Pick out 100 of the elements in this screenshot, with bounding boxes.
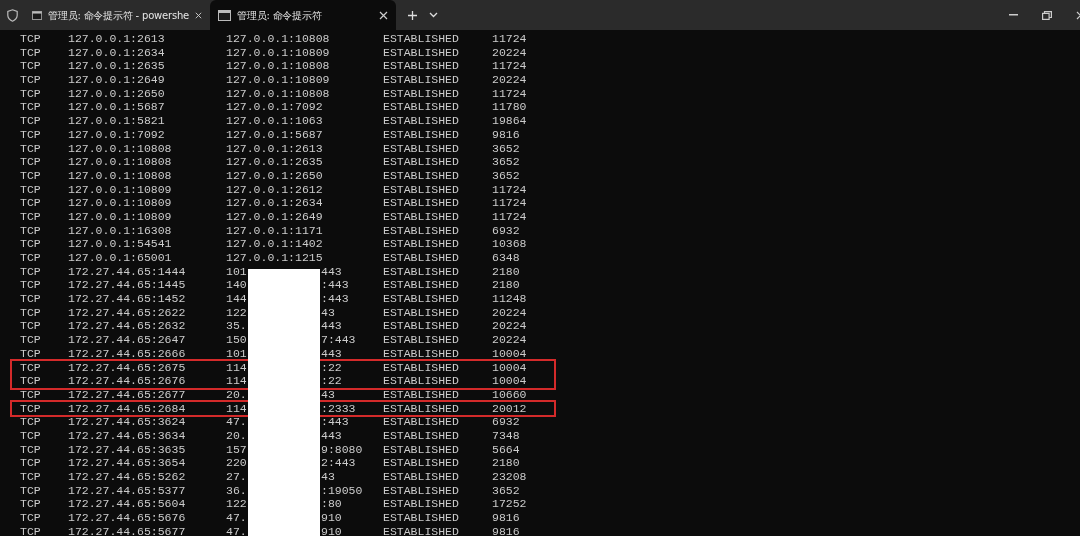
foreign-address-end-text: 443 [321,264,342,279]
local-address-text: 172.27.44.65:2632 [68,319,186,334]
local-address-text: 172.27.44.65:5676 [68,511,186,525]
pid-text: 11724 [492,182,527,197]
local-address-text: 127.0.0.1:10809 [68,182,172,197]
local-address-text: 172.27.44.65:3635 [68,442,186,457]
local-address-text: 127.0.0.1:5821 [68,114,165,128]
state-text: ESTABLISHED [383,360,459,375]
foreign-address-end-text: :19050 [321,483,363,498]
pid-text: 6348 [492,251,520,265]
foreign-address-text: 127.0.0.1:2612 [226,182,323,197]
local-address-text: 172.27.44.65:3624 [68,415,186,429]
foreign-address-start-text: 35. [226,319,248,334]
state-text: ESTABLISHED [383,292,459,306]
pid-text: 3652 [492,141,520,156]
shield-icon[interactable] [6,8,18,22]
foreign-address-text: 127.0.0.1:7092 [226,100,323,115]
local-address-text: 172.27.44.65:2675 [68,360,186,375]
protocol-text: TCP [20,73,41,87]
pid-text: 20224 [492,73,527,87]
local-address-text: 127.0.0.1:2635 [68,59,165,74]
foreign-address-start-text: 47. [226,524,248,536]
state-text: ESTABLISHED [383,497,459,512]
local-address-text: 172.27.44.65:2677 [68,387,186,402]
close-icon[interactable] [379,10,388,20]
pid-text: 2180 [492,456,520,470]
protocol-text: TCP [20,360,41,375]
state-text: ESTABLISHED [383,401,459,416]
state-text: ESTABLISHED [383,456,459,470]
protocol-text: TCP [20,442,41,457]
state-text: ESTABLISHED [383,346,459,361]
local-address-text: 127.0.0.1:2650 [68,86,165,101]
state-text: ESTABLISHED [383,319,459,334]
foreign-address-text: 127.0.0.1:10808 [226,86,330,101]
protocol-text: TCP [20,428,41,443]
local-address-text: 127.0.0.1:54541 [68,237,172,251]
protocol-text: TCP [20,346,41,361]
pid-text: 23208 [492,470,527,484]
local-address-text: 127.0.0.1:16308 [68,223,172,238]
local-address-text: 127.0.0.1:5687 [68,100,165,115]
state-text: ESTABLISHED [383,114,459,128]
chevron-down-icon[interactable] [429,12,438,18]
local-address-text: 172.27.44.65:1445 [68,278,186,293]
protocol-text: TCP [20,456,41,470]
local-address-text: 172.27.44.65:5262 [68,470,186,484]
pid-text: 2180 [492,278,520,293]
protocol-text: TCP [20,168,41,183]
protocol-text: TCP [20,333,41,347]
state-text: ESTABLISHED [383,127,459,142]
local-address-text: 172.27.44.65:1452 [68,292,186,306]
state-text: ESTABLISHED [383,209,459,224]
tab[interactable]: 管理员: 命令提示符 [210,0,396,30]
foreign-address-start-text: 122 [226,497,248,512]
foreign-address-start-text: 140 [226,278,248,293]
local-address-text: 127.0.0.1:10809 [68,196,172,210]
local-address-text: 127.0.0.1:2649 [68,73,165,87]
pid-text: 11724 [492,32,527,46]
foreign-address-start-text: 20. [226,428,248,443]
tab-title: 管理员: 命令提示符 - powershe [48,8,189,23]
pid-text: 20224 [492,45,527,60]
protocol-text: TCP [20,182,41,197]
close-icon[interactable] [195,10,202,20]
local-address-text: 172.27.44.65:1444 [68,264,186,279]
foreign-address-end-text: 9:8080 [321,442,363,457]
local-address-text: 127.0.0.1:2634 [68,45,165,60]
local-address-text: 172.27.44.65:3634 [68,428,186,443]
pid-text: 5664 [492,442,520,457]
foreign-address-end-text: :443 [321,415,349,429]
protocol-text: TCP [20,141,41,156]
minimize-icon[interactable] [1009,14,1018,16]
protocol-text: TCP [20,100,41,115]
restore-icon[interactable] [1042,10,1052,20]
foreign-address-text: 127.0.0.1:10808 [226,59,330,74]
foreign-address-start-text: 20. [226,387,248,402]
pid-text: 10004 [492,360,527,375]
local-address-text: 127.0.0.1:10808 [68,141,172,156]
pid-text: 7348 [492,428,520,443]
plus-icon[interactable] [408,10,417,20]
protocol-text: TCP [20,511,41,525]
pid-text: 11248 [492,292,527,306]
foreign-address-end-text: 43 [321,470,335,484]
state-text: ESTABLISHED [383,73,459,87]
pid-text: 3652 [492,483,520,498]
foreign-address-text: 127.0.0.1:10808 [226,32,330,46]
pid-text: 20012 [492,401,527,416]
protocol-text: TCP [20,497,41,512]
state-text: ESTABLISHED [383,155,459,169]
state-text: ESTABLISHED [383,415,459,429]
pid-text: 10368 [492,237,527,251]
state-text: ESTABLISHED [383,428,459,443]
local-address-text: 172.27.44.65:2622 [68,305,186,320]
state-text: ESTABLISHED [383,264,459,279]
state-text: ESTABLISHED [383,442,459,457]
state-text: ESTABLISHED [383,141,459,156]
pid-text: 20224 [492,333,527,347]
state-text: ESTABLISHED [383,237,459,251]
foreign-address-text: 127.0.0.1:1063 [226,114,323,128]
foreign-address-text: 127.0.0.1:2613 [226,141,323,156]
protocol-text: TCP [20,251,41,265]
foreign-address-text: 127.0.0.1:1215 [226,251,323,265]
